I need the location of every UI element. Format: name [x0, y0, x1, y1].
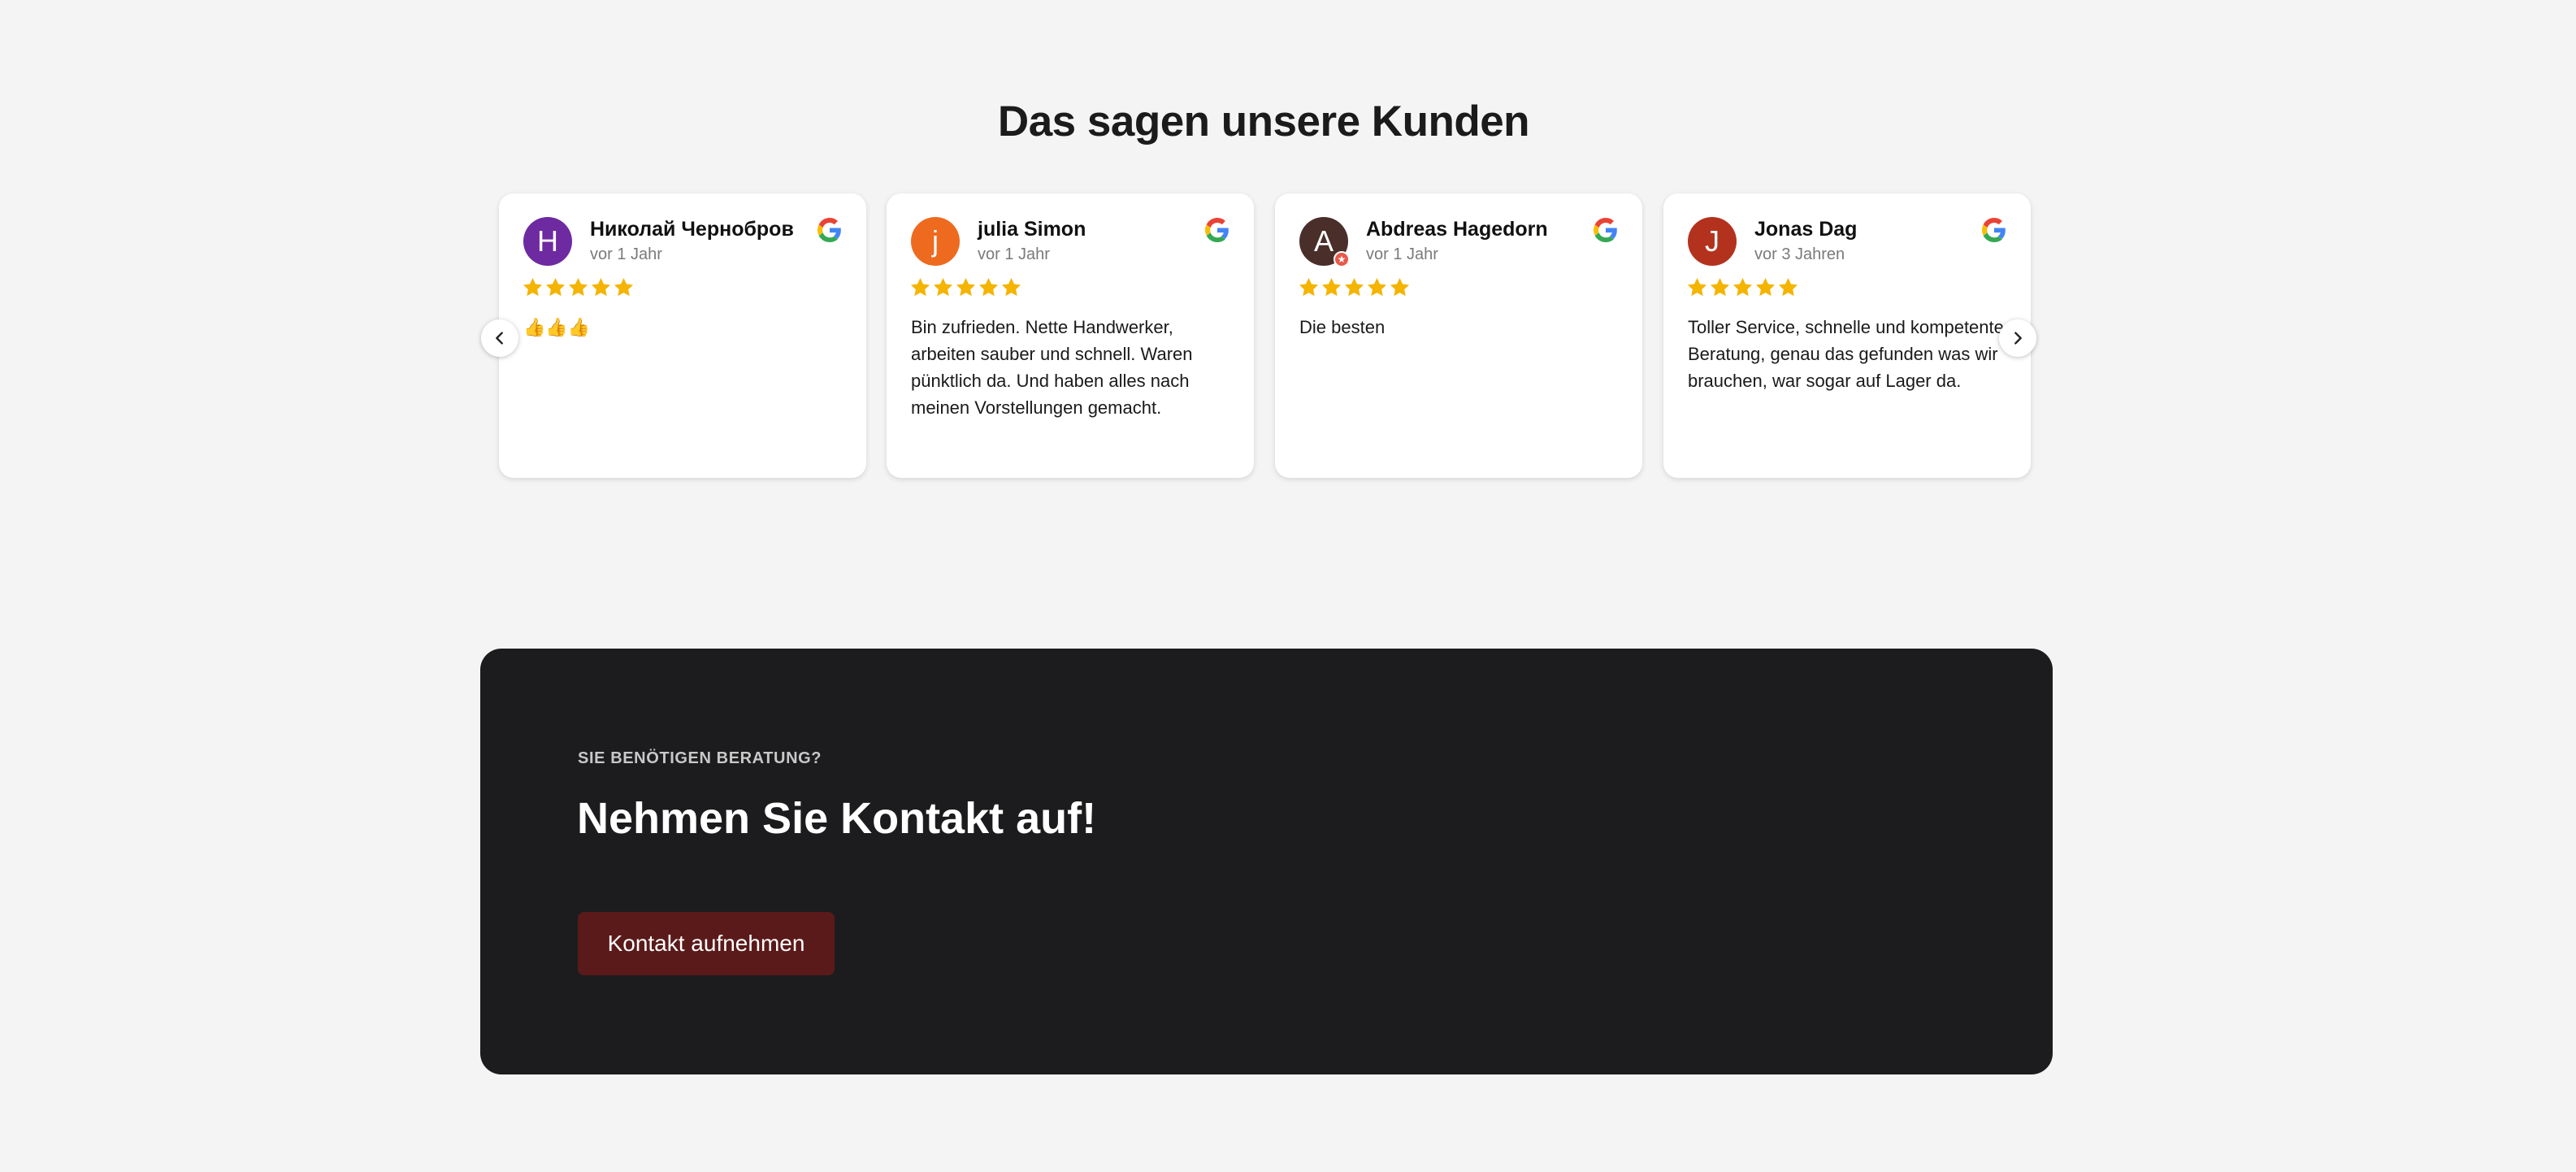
local-guide-badge-icon: ★ — [1334, 251, 1350, 267]
avatar-initial: J — [1705, 224, 1720, 258]
star-icon — [956, 278, 976, 297]
star-rating — [522, 276, 635, 298]
review-card: A ★ Abdreas Hagedorn vor 1 Jahr Die beste… — [1275, 193, 1642, 478]
star-rating — [1298, 276, 1411, 298]
star-rating — [909, 276, 1022, 298]
reviews-track: H Николай Чернобров vor 1 Jahr 👍👍👍 j jul… — [499, 193, 2031, 478]
star-icon — [1001, 278, 1021, 297]
review-card: J Jonas Dag vor 3 Jahren Toller Service,… — [1663, 193, 2031, 478]
review-date: vor 1 Jahr — [978, 245, 1050, 263]
star-icon — [1299, 278, 1319, 297]
reviewer-name: Николай Чернобров — [590, 218, 794, 241]
contact-button[interactable]: Kontakt aufnehmen — [578, 912, 835, 975]
review-card: H Николай Чернобров vor 1 Jahr 👍👍👍 — [499, 193, 866, 478]
cta-eyebrow: SIE BENÖTIGEN BERATUNG? — [578, 749, 822, 767]
page: Das sagen unsere Kunden H Николай Черноб… — [0, 0, 2576, 1172]
star-icon — [523, 278, 543, 297]
star-icon — [933, 278, 953, 297]
avatar: H — [523, 217, 572, 266]
chevron-right-icon — [2014, 332, 2022, 345]
google-icon — [817, 218, 841, 242]
reviewer-name: Abdreas Hagedorn — [1366, 218, 1548, 241]
star-icon — [1390, 278, 1410, 297]
review-date: vor 1 Jahr — [590, 245, 662, 263]
star-icon — [1710, 278, 1730, 297]
star-icon — [978, 278, 999, 297]
review-date: vor 1 Jahr — [1366, 245, 1438, 263]
avatar: J — [1688, 217, 1737, 266]
google-icon — [1205, 218, 1229, 242]
carousel-next-button[interactable] — [1999, 319, 2036, 357]
review-card: j julia Simon vor 1 Jahr Bin zufrieden. … — [887, 193, 1254, 478]
avatar-initial: j — [932, 224, 939, 258]
star-icon — [614, 278, 634, 297]
review-text: 👍👍👍 — [523, 317, 591, 337]
reviews-title: Das sagen unsere Kunden — [997, 98, 1530, 145]
carousel-prev-button[interactable] — [481, 319, 518, 357]
review-date: vor 3 Jahren — [1754, 245, 1845, 263]
star-icon — [1733, 278, 1753, 297]
star-rating — [1686, 276, 1799, 298]
star-icon — [1778, 278, 1798, 297]
avatar: A ★ — [1299, 217, 1350, 267]
star-icon — [1687, 278, 1707, 297]
star-icon — [568, 278, 588, 297]
avatar: j — [911, 217, 960, 266]
star-icon — [1755, 278, 1776, 297]
contact-cta-panel: SIE BENÖTIGEN BERATUNG? Nehmen Sie Konta… — [480, 649, 2053, 1074]
avatar-initial: H — [537, 224, 558, 258]
avatar-initial: A — [1313, 224, 1334, 258]
star-icon — [1344, 278, 1364, 297]
reviewer-name: Jonas Dag — [1754, 218, 1858, 241]
star-icon — [591, 278, 611, 297]
review-text: Toller Service, schnelle und kompetente … — [1688, 317, 2004, 391]
cta-title: Nehmen Sie Kontakt auf! — [577, 794, 1097, 843]
review-text: Bin zufrieden. Nette Handwerker, arbeite… — [911, 317, 1193, 418]
star-icon — [545, 278, 566, 297]
chevron-left-icon — [496, 332, 503, 345]
reviewer-name: julia Simon — [978, 218, 1086, 241]
review-text: Die besten — [1299, 317, 1386, 337]
star-icon — [1321, 278, 1342, 297]
google-icon — [1982, 218, 2006, 242]
star-icon — [910, 278, 930, 297]
star-icon — [1367, 278, 1387, 297]
reviews-carousel: H Николай Чернобров vor 1 Jahr 👍👍👍 j jul… — [481, 193, 2036, 478]
google-icon — [1594, 218, 1617, 242]
